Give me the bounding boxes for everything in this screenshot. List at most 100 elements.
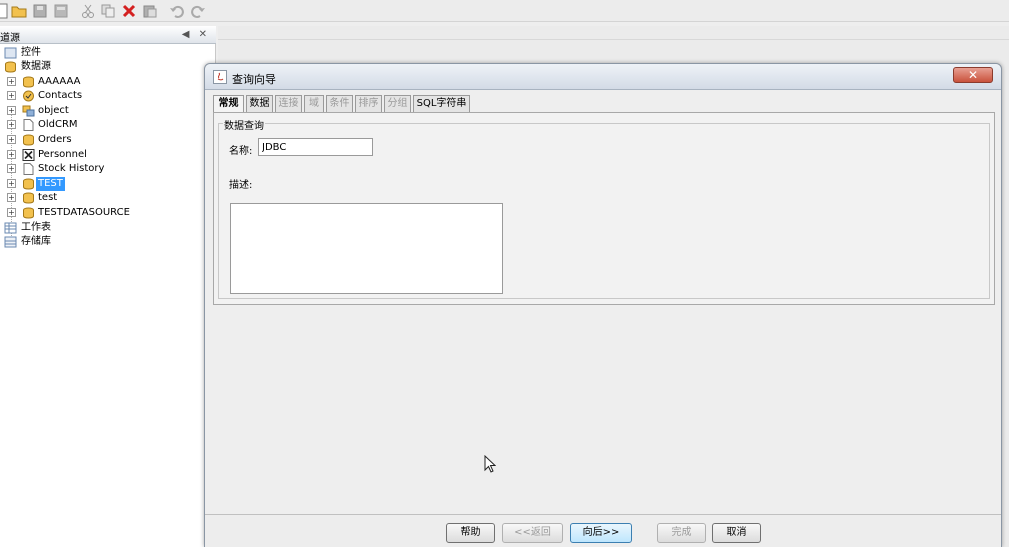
- tab-join[interactable]: 连接: [275, 95, 302, 112]
- dialog-title: 查询向导: [232, 73, 276, 86]
- expand-icon[interactable]: +: [7, 193, 16, 202]
- object-datasource-icon: [22, 105, 35, 117]
- tree-node-controls[interactable]: 控件: [0, 46, 210, 60]
- worksheet-icon: [4, 222, 17, 234]
- tree-label: object: [38, 105, 69, 116]
- expand-icon[interactable]: +: [7, 135, 16, 144]
- tree-label: 控件: [21, 47, 41, 58]
- back-button[interactable]: <<返回: [502, 523, 563, 543]
- mouse-cursor-icon: [484, 455, 496, 473]
- tab-conditions[interactable]: 条件: [326, 95, 353, 112]
- help-button[interactable]: 帮助: [446, 523, 495, 543]
- database-icon: [23, 76, 34, 88]
- data-query-group: 数据查询 名称: 描述:: [218, 117, 990, 299]
- tab-label: 数据: [249, 98, 270, 109]
- tree-node-datasource-item[interactable]: + object: [0, 104, 210, 118]
- tab-label: 域: [309, 98, 319, 109]
- expand-icon[interactable]: +: [7, 164, 16, 173]
- tab-label: 连接: [278, 98, 299, 109]
- repository-icon: [4, 236, 17, 248]
- copy-icon[interactable]: [100, 3, 116, 19]
- tree-label-selected: TEST: [36, 177, 65, 191]
- cut-icon[interactable]: [80, 3, 96, 19]
- close-icon: ✕: [967, 68, 979, 82]
- tree-node-datasource-item[interactable]: + AAAAAA: [0, 75, 210, 89]
- tree-node-datasource-item[interactable]: + Orders: [0, 133, 210, 147]
- tree-node-worksheet[interactable]: 工作表: [0, 221, 210, 235]
- database-icon: [5, 61, 16, 73]
- tree-label: 数据源: [21, 61, 51, 72]
- new-icon[interactable]: [0, 3, 10, 19]
- save-icon[interactable]: [32, 3, 48, 19]
- tree-label: AAAAAA: [38, 76, 81, 87]
- controls-icon: [4, 47, 17, 59]
- tab-content-general: 数据查询 名称: 描述:: [213, 112, 995, 305]
- expand-icon[interactable]: +: [7, 150, 16, 159]
- description-label: 描述:: [229, 180, 253, 191]
- tab-data[interactable]: 数据: [246, 95, 273, 112]
- java-icon: [213, 70, 227, 84]
- tree-node-datasource-item[interactable]: + OldCRM: [0, 118, 210, 132]
- tab-sort[interactable]: 排序: [355, 95, 382, 112]
- toolbar: [0, 0, 1009, 22]
- undo-icon[interactable]: [169, 3, 185, 19]
- expand-icon[interactable]: +: [7, 120, 16, 129]
- workspace-tab-strip: [218, 26, 1009, 40]
- expand-icon[interactable]: +: [7, 208, 16, 217]
- tree-label: Personnel: [38, 149, 87, 160]
- paste-icon[interactable]: [142, 3, 158, 19]
- tab-label: 排序: [358, 98, 379, 109]
- tree-label: Stock History: [38, 163, 105, 174]
- tree-node-datasource-item[interactable]: + Personnel: [0, 148, 210, 162]
- contacts-datasource-icon: [23, 90, 34, 102]
- dialog-titlebar[interactable]: 查询向导 ✕: [205, 64, 1001, 90]
- name-label: 名称:: [229, 146, 253, 157]
- database-icon: [23, 192, 34, 204]
- tree-node-datasource[interactable]: 数据源: [0, 60, 210, 74]
- panel-title: 道源: [0, 33, 20, 44]
- tab-group[interactable]: 分组: [384, 95, 411, 112]
- tab-fields[interactable]: 域: [304, 95, 324, 112]
- group-title: 数据查询: [223, 117, 265, 132]
- panel-header-buttons[interactable]: ◀ ✕: [182, 29, 210, 40]
- expand-icon[interactable]: +: [7, 77, 16, 86]
- tab-label: 条件: [329, 98, 350, 109]
- tree-node-datasource-item[interactable]: + Stock History: [0, 162, 210, 176]
- tree-node-datasource-item[interactable]: + TESTDATASOURCE: [0, 206, 210, 220]
- close-button[interactable]: ✕: [953, 67, 993, 83]
- database-icon: [23, 134, 34, 146]
- tab-general[interactable]: 常规: [213, 95, 244, 113]
- cancel-button[interactable]: 取消: [712, 523, 761, 543]
- expand-icon[interactable]: +: [7, 91, 16, 100]
- tree-label: TESTDATASOURCE: [38, 207, 130, 218]
- delete-icon[interactable]: [121, 3, 137, 19]
- name-input[interactable]: [258, 138, 373, 156]
- dialog-button-bar: 帮助 <<返回 向后>> 完成 取消: [205, 514, 1001, 547]
- expand-icon[interactable]: +: [7, 179, 16, 188]
- tab-label: 分组: [387, 98, 408, 109]
- finish-button[interactable]: 完成: [657, 523, 706, 543]
- tree-label: Contacts: [38, 90, 83, 101]
- document-icon: [23, 119, 34, 131]
- next-button[interactable]: 向后>>: [570, 523, 632, 543]
- document-icon: [23, 163, 34, 175]
- open-folder-icon[interactable]: [11, 3, 27, 19]
- tree-label: 存储库: [21, 236, 51, 247]
- tree-label: OldCRM: [38, 119, 78, 130]
- panel-header: 道源 ◀ ✕: [0, 26, 216, 44]
- database-icon: [23, 178, 34, 190]
- tree-node-datasource-item[interactable]: + TEST: [0, 177, 210, 191]
- description-textarea[interactable]: [230, 203, 503, 294]
- database-icon: [23, 207, 34, 219]
- redo-icon[interactable]: [190, 3, 206, 19]
- save-all-icon[interactable]: [53, 3, 69, 19]
- expand-icon[interactable]: +: [7, 106, 16, 115]
- query-wizard-dialog: 查询向导 ✕ 常规 数据 连接 域 条件 排序 分组 SQL字符串 数据查询 名…: [204, 63, 1002, 547]
- tree-node-datasource-item[interactable]: + test: [0, 191, 210, 205]
- excel-icon: [22, 149, 35, 161]
- tab-sql-string[interactable]: SQL字符串: [413, 95, 470, 112]
- tree-node-repository[interactable]: 存储库: [0, 235, 210, 249]
- tab-label: 常规: [218, 98, 239, 109]
- tree-node-datasource-item[interactable]: + Contacts: [0, 89, 210, 103]
- tree-label: Orders: [38, 134, 72, 145]
